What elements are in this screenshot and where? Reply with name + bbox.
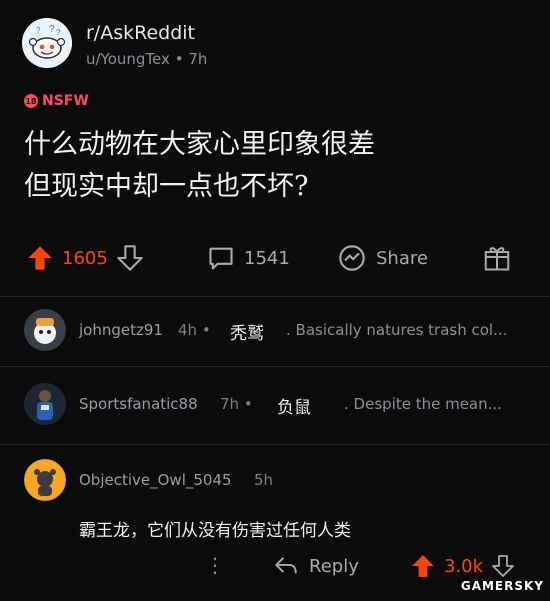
divider: [0, 366, 550, 367]
share-button[interactable]: Share: [336, 244, 428, 272]
post-time: 7h: [188, 50, 208, 68]
comments-button[interactable]: 1541: [206, 244, 290, 272]
divider: [0, 444, 550, 445]
downvote-arrow-icon[interactable]: [116, 244, 144, 272]
nsfw-label: NSFW: [42, 93, 89, 109]
comment-time-value: 7h: [220, 395, 240, 413]
comment-author[interactable]: johngetz91: [79, 321, 163, 339]
nsfw-tag: 18 NSFW: [24, 93, 89, 109]
more-options-icon[interactable]: ⋮: [205, 553, 225, 577]
reply-label: Reply: [309, 555, 359, 577]
post-title[interactable]: 什么动物在大家心里印象很差 但现实中却一点也不坏?: [24, 124, 524, 208]
comment-vote-group: 3.0k: [410, 553, 515, 579]
avatar[interactable]: [24, 459, 66, 501]
share-icon: [339, 245, 365, 271]
post-title-line: 但现实中却一点也不坏?: [24, 171, 309, 202]
comment-time: 4h •: [178, 321, 211, 339]
post-title-line: 什么动物在大家心里印象很差: [24, 129, 375, 160]
comment-score: 3.0k: [444, 555, 484, 577]
nsfw-18-icon: 18: [24, 94, 38, 108]
subreddit-name[interactable]: r/AskReddit: [86, 22, 195, 44]
comment-row[interactable]: johngetz91 4h • 秃鹫 . Basically natures t…: [24, 309, 544, 353]
svg-text:?: ?: [49, 24, 55, 35]
upvote-arrow-icon[interactable]: [26, 244, 54, 272]
comment-time: 7h •: [220, 395, 253, 413]
subreddit-avatar[interactable]: ? ? ?: [22, 18, 72, 68]
comment-time-value: 4h: [178, 321, 198, 339]
comment-author[interactable]: Objective_Owl_5045: [79, 471, 232, 489]
comment-time: 5h: [254, 471, 274, 489]
post-author[interactable]: u/YoungTex: [86, 50, 170, 68]
watermark: GAMERSKY: [460, 579, 544, 593]
comment-count: 1541: [244, 247, 290, 269]
comment-author[interactable]: Sportsfanatic88: [79, 395, 198, 413]
reply-button[interactable]: Reply: [273, 555, 359, 577]
upvote-arrow-icon[interactable]: [410, 553, 436, 579]
post-action-bar: 1605 1541 Share: [0, 236, 550, 280]
upvote-count: 1605: [62, 247, 108, 269]
comment-snippet: . Basically natures trash col...: [286, 321, 508, 339]
avatar[interactable]: [24, 383, 66, 425]
post-meta: u/YoungTex • 7h: [86, 50, 207, 68]
comment-snippet: . Despite the mean...: [344, 395, 502, 413]
user-avatar-icon: [24, 309, 66, 351]
award-button[interactable]: [482, 242, 512, 272]
comment-row[interactable]: Sportsfanatic88 7h • 负鼠 . Despite the me…: [24, 383, 544, 427]
svg-text:?: ?: [36, 26, 41, 35]
reply-arrow-icon: [275, 557, 297, 574]
meta-separator: •: [174, 50, 184, 68]
comment-translation: 负鼠: [277, 398, 311, 418]
meta-separator: •: [243, 395, 253, 413]
reddit-snoo-icon: ? ? ?: [22, 18, 72, 68]
user-avatar-icon: [24, 459, 66, 501]
user-avatar-icon: [24, 383, 66, 425]
svg-text:?: ?: [56, 28, 61, 37]
vote-group: 1605: [26, 244, 144, 272]
downvote-arrow-icon[interactable]: [491, 554, 515, 578]
meta-separator: •: [201, 321, 211, 339]
comment-bubble-icon: [209, 247, 233, 270]
divider: [0, 296, 550, 297]
comment-translation: 秃鹫: [230, 324, 264, 344]
avatar[interactable]: [24, 309, 66, 351]
comment-body: 霸王龙，它们从没有伤害过任何人类: [79, 521, 351, 541]
share-label: Share: [376, 247, 428, 269]
gift-icon: [484, 247, 510, 271]
